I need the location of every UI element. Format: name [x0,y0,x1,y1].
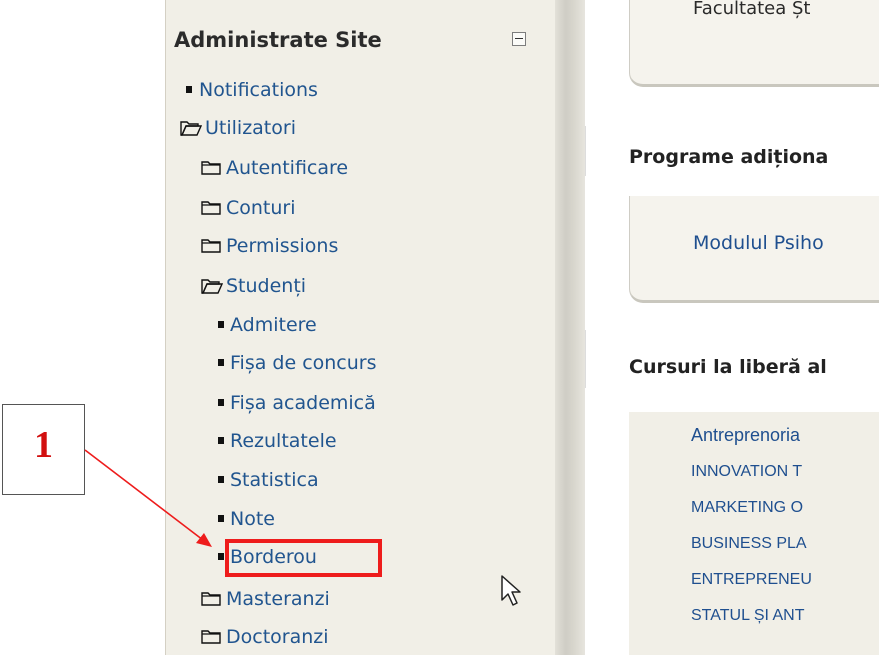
programe-link[interactable]: Modulul Psiho [693,232,824,254]
callout-number: 1 [34,424,53,466]
tree-item-label[interactable]: Doctoranzi [226,624,329,650]
mouse-cursor-icon [501,575,521,606]
tree-item-label[interactable]: Fișa academică [230,390,376,416]
folder-icon [201,630,221,644]
folder-icon [201,239,221,253]
tree-item-label[interactable]: Conturi [226,195,296,221]
tree-item-label[interactable]: Statistica [230,467,319,493]
tree-item-label[interactable]: Rezultatele [230,428,337,454]
bullet-icon [186,86,192,93]
course-link[interactable]: Antreprenoria [691,425,800,446]
tree-item-label[interactable]: Autentificare [226,155,348,181]
tree-item-label[interactable]: Notifications [199,77,318,103]
tree-item-label[interactable]: Studenți [226,273,306,299]
tree-item-label[interactable]: Note [230,506,275,532]
section-programe-title: Programe adiționa [629,146,829,168]
callout-box: 1 [2,404,85,495]
folder-icon [201,592,221,606]
bullet-icon [218,399,224,406]
course-link[interactable]: INNOVATION T [691,463,802,481]
tree-item-label[interactable]: Masteranzi [226,586,330,612]
section-cursuri-title: Cursuri la liberă al [629,356,827,378]
course-link[interactable]: ENTREPRENEU [691,571,812,589]
bullet-icon [218,359,224,366]
tree-item-label[interactable]: Permissions [226,233,338,259]
bullet-icon [218,553,224,560]
tree-item-label[interactable]: Utilizatori [205,115,296,141]
top-partial-text: Facultatea Șt [693,0,811,19]
tree-item-label[interactable]: Fișa de concurs [230,350,377,376]
course-link[interactable]: MARKETING O [691,499,803,517]
folder-icon [201,201,221,215]
bullet-icon [218,476,224,483]
main-content: Facultatea Șt Programe adiționa Modulul … [585,0,879,655]
course-link[interactable]: BUSINESS PLA [691,535,807,553]
folder-open-icon [201,279,223,294]
bullet-icon [218,437,224,444]
column-divider [555,0,585,655]
course-link[interactable]: STATUL ȘI ANT [691,607,805,625]
bullet-icon [218,515,224,522]
folder-open-icon [180,121,202,136]
bullet-icon [218,321,224,328]
tree-item-label[interactable]: Admitere [230,312,317,338]
folder-icon [201,161,221,175]
borderou-highlight-box [225,539,382,577]
